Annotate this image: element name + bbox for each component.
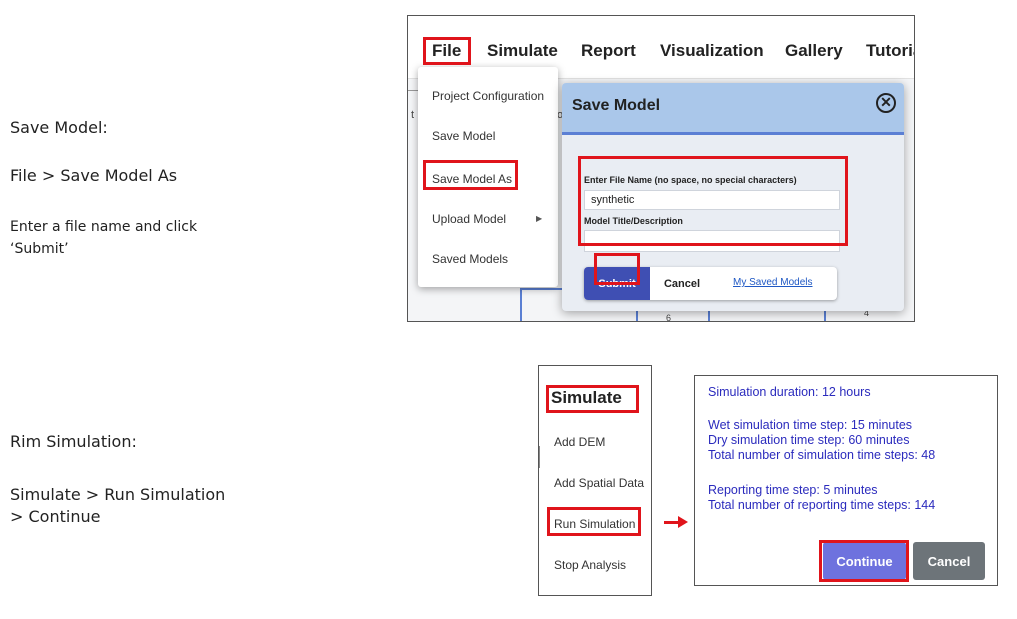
run-simulation-path: Simulate > Run Simulation > Continue [10,484,225,528]
menu-item-stop-analysis[interactable]: Stop Analysis [554,558,626,572]
run-simulation-heading: Rim Simulation: [10,432,137,451]
menu-visualization[interactable]: Visualization [660,41,764,61]
dialog-header: Save Model ✕ [562,83,904,135]
run-path-line-2: > Continue [10,507,101,526]
menu-item-add-spatial-data[interactable]: Add Spatial Data [554,476,644,490]
bg-fragment-text: t [411,109,415,121]
close-circle-icon[interactable]: ✕ [876,93,896,113]
dry-time-step-text: Dry simulation time step: 60 minutes [708,433,910,447]
menu-simulate[interactable]: Simulate [487,41,558,61]
simulation-summary-dialog: Simulation duration: 12 hours Wet simula… [694,375,998,586]
highlight-save-model-as [423,160,518,190]
menu-item-saved-models[interactable]: Saved Models [432,252,508,266]
save-model-heading: Save Model: [10,118,108,137]
bg-grid-line [520,288,522,321]
menu-item-upload-model[interactable]: Upload Model [432,212,506,226]
menu-item-save-model[interactable]: Save Model [432,129,495,143]
highlight-simulate-menu [546,385,639,413]
highlight-input-fields [578,156,848,246]
run-path-line-1: Simulate > Run Simulation [10,485,226,504]
wet-time-step-text: Wet simulation time step: 15 minutes [708,418,913,432]
menu-item-project-configuration[interactable]: Project Configuration [432,89,544,103]
highlight-continue-button [819,540,909,582]
highlight-run-simulation [547,507,641,536]
menu-tutorial[interactable]: Tutoria [866,41,914,61]
bg-edge-line [539,446,540,468]
menu-gallery[interactable]: Gallery [785,41,843,61]
my-saved-models-link[interactable]: My Saved Models [733,277,812,288]
simulation-duration-text: Simulation duration: 12 hours [708,385,871,399]
save-model-instruction: Enter a file name and click ‘Submit’ [10,216,197,260]
highlight-submit-button [594,253,640,285]
bg-cell-label: 6 [666,313,672,322]
save-instruction-line-2: ‘Submit’ [10,241,69,257]
dialog-title: Save Model [572,97,661,114]
simulate-menu-screenshot: Simulate Add DEM Add Spatial Data Run Si… [538,365,652,596]
save-model-path: File > Save Model As [10,166,178,185]
reporting-time-step-text: Reporting time step: 5 minutes [708,483,878,497]
total-reporting-steps-text: Total number of reporting time steps: 14… [708,498,936,512]
menu-report[interactable]: Report [581,41,636,61]
caret-right-icon: ▶ [536,214,543,223]
total-time-steps-text: Total number of simulation time steps: 4… [708,448,936,462]
arrow-head-icon [678,516,688,528]
cancel-simulation-button[interactable]: Cancel [913,542,985,580]
menu-item-add-dem[interactable]: Add DEM [554,435,605,449]
cancel-button[interactable]: Cancel [650,267,714,300]
save-instruction-line-1: Enter a file name and click [10,219,198,235]
save-model-screenshot: t o 6 4 File Simulate Report Visualizati… [407,15,915,322]
highlight-file-menu [423,37,471,65]
